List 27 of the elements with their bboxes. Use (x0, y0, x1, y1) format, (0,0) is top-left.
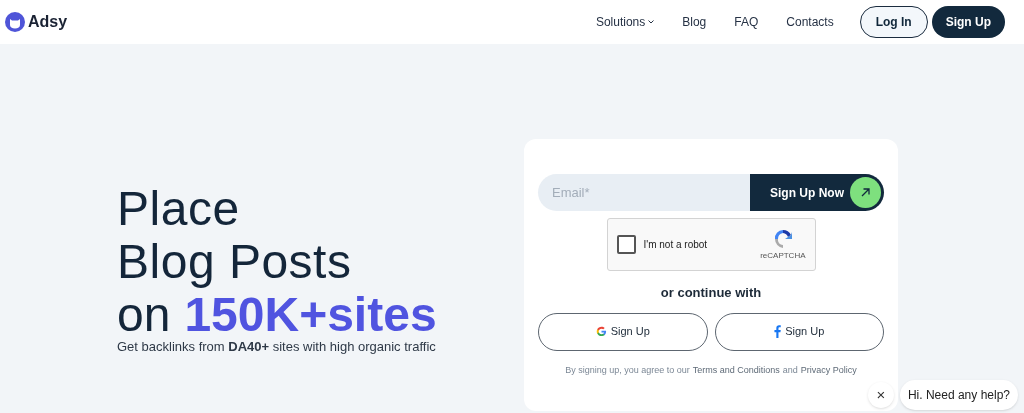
sign-up-now-button[interactable]: Sign Up Now (750, 174, 884, 211)
headline-highlight: 150K+sites (184, 288, 437, 341)
login-button[interactable]: Log In (859, 6, 928, 38)
subtitle: Get backlinks from DA40+ sites with high organic traffic (117, 338, 437, 356)
nav-link[interactable]: FAQ (720, 13, 773, 31)
brand-name: Adsy (28, 12, 68, 32)
signup-button[interactable]: Sign Up (931, 6, 1005, 38)
facebook-icon (774, 325, 782, 338)
nav-link[interactable]: Contacts (772, 13, 848, 31)
email-field[interactable]: Email* (538, 174, 750, 211)
captcha-checkbox[interactable] (616, 235, 636, 254)
arrow-up-right-icon (850, 177, 881, 208)
terms-link[interactable]: Terms and Conditions (692, 363, 780, 377)
captcha-label: I'm not a robot (643, 238, 708, 252)
captcha-brand: reCAPTCHA (760, 249, 806, 262)
chat-bubble[interactable]: Hi. Need any help? (899, 380, 1018, 410)
headline-line: on (117, 288, 171, 341)
privacy-link[interactable]: Privacy Policy (800, 363, 857, 377)
headline-line: Blog Posts (117, 235, 353, 288)
legal-text: and (782, 363, 798, 377)
legal-text: By signing up, you agree to our (565, 363, 690, 377)
chevron-down-icon (648, 20, 655, 24)
google-icon (595, 326, 607, 337)
headline-line: Place (117, 182, 241, 235)
nav-link[interactable]: Blog (668, 13, 721, 31)
divider-label: or continue with (660, 284, 762, 302)
nav-link[interactable]: Solutions (581, 13, 669, 31)
